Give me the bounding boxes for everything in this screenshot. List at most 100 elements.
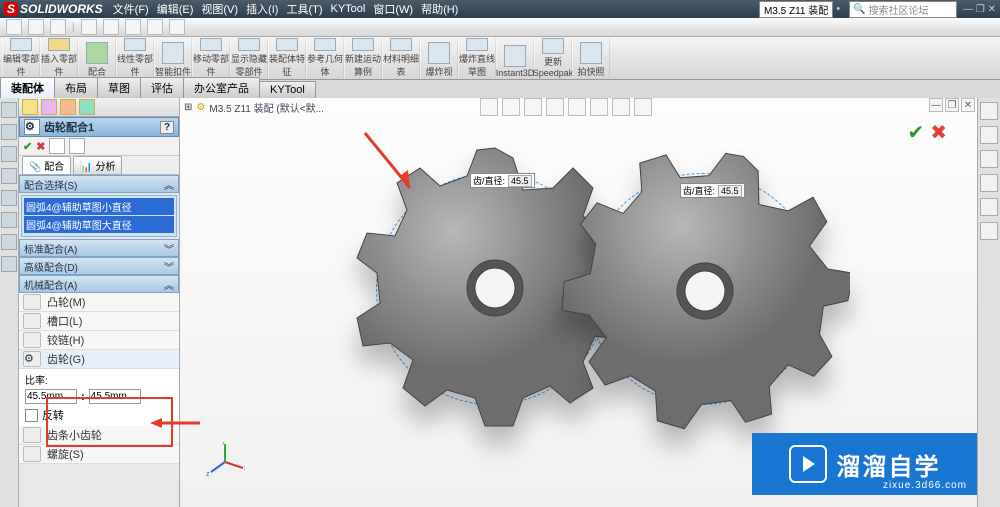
opt-gear[interactable]: ⚙齿轮(G) xyxy=(19,350,179,369)
rbtn-smart-fastener[interactable]: 智能扣件 xyxy=(154,38,192,78)
apply-scene-icon[interactable] xyxy=(634,98,652,116)
task-icon[interactable] xyxy=(980,102,998,120)
save-icon[interactable] xyxy=(50,19,66,35)
section-standard[interactable]: 标准配合(A)︾ xyxy=(19,239,179,257)
help-icon[interactable]: ? xyxy=(160,121,174,134)
opt-hinge[interactable]: 铰链(H) xyxy=(19,331,179,350)
selection-box[interactable]: 圆弧4@辅助草图小直径 圆弧4@辅助草图大直径 xyxy=(21,195,177,237)
cancel-icon[interactable]: ✖ xyxy=(930,120,947,145)
rbtn-motion-study[interactable]: 新建运动算例 xyxy=(344,38,382,78)
menu-window[interactable]: 窗口(W) xyxy=(369,1,417,17)
rbtn-ref-geometry[interactable]: 参考几何体 xyxy=(306,38,344,78)
rbtn-mate[interactable]: 配合 xyxy=(78,38,116,78)
ok-icon[interactable]: ✔ xyxy=(23,140,32,153)
rbtn-linear-component[interactable]: 线性零部件 xyxy=(116,38,154,78)
new-icon[interactable] xyxy=(6,19,22,35)
tab-evaluate[interactable]: 评估 xyxy=(140,77,184,98)
view-triad[interactable]: x y z xyxy=(205,442,245,482)
selection-item[interactable]: 圆弧4@辅助草图大直径 xyxy=(24,216,174,233)
opt-screw[interactable]: 螺旋(S) xyxy=(19,445,179,464)
tab-layout[interactable]: 布局 xyxy=(54,77,98,98)
section-view-icon[interactable] xyxy=(546,98,564,116)
config-icon[interactable] xyxy=(41,99,57,115)
ok-icon[interactable]: ✔ xyxy=(907,120,924,145)
task-icon[interactable] xyxy=(980,150,998,168)
rbtn-bom[interactable]: 材料明细表 xyxy=(382,38,420,78)
ratio-b-input[interactable] xyxy=(89,389,141,404)
task-icon[interactable] xyxy=(980,126,998,144)
rbtn-edit-component[interactable]: 编辑零部件 xyxy=(2,38,40,78)
selection-item[interactable]: 圆弧4@辅助草图小直径 xyxy=(24,198,174,215)
options-icon[interactable] xyxy=(169,19,185,35)
dimension-label-left[interactable]: 齿/直径:45.5 xyxy=(470,173,535,188)
section-mechanical[interactable]: 机械配合(A)︽ xyxy=(19,275,179,293)
expand-icon[interactable]: ⊞ xyxy=(184,102,192,113)
rbtn-insert-component[interactable]: 插入零部件 xyxy=(40,38,78,78)
print-icon[interactable] xyxy=(81,19,97,35)
window-buttons[interactable]: — ❐ ✕ xyxy=(963,4,996,15)
strip-icon[interactable] xyxy=(1,234,17,250)
open-icon[interactable] xyxy=(28,19,44,35)
menu-insert[interactable]: 插入(I) xyxy=(242,1,282,17)
section-selection[interactable]: 配合选择(S)︽ xyxy=(19,175,179,193)
opt-rack[interactable]: 齿条小齿轮 xyxy=(19,426,179,445)
rbtn-speedpak[interactable]: 更新Speedpak xyxy=(534,38,572,78)
view-toolbar xyxy=(480,98,652,116)
strip-icon[interactable] xyxy=(1,190,17,206)
menu-edit[interactable]: 编辑(E) xyxy=(153,1,198,17)
menu-kytool[interactable]: KYTool xyxy=(327,3,370,15)
zoom-area-icon[interactable] xyxy=(502,98,520,116)
menu-view[interactable]: 视图(V) xyxy=(197,1,242,17)
property-icon[interactable] xyxy=(60,99,76,115)
opt-cam[interactable]: 凸轮(M) xyxy=(19,293,179,312)
subtab-mate[interactable]: 📎 配合 xyxy=(22,156,71,175)
redo-icon[interactable] xyxy=(125,19,141,35)
tab-sketch[interactable]: 草图 xyxy=(97,77,141,98)
rbtn-instant3d[interactable]: Instant3D xyxy=(496,38,534,78)
menu-tools[interactable]: 工具(T) xyxy=(282,1,326,17)
task-icon[interactable] xyxy=(980,174,998,192)
viewport[interactable]: ⊞ ⚙ M3.5 Z11 装配 (默认<默... —❐✕ ✔ ✖ xyxy=(180,98,977,507)
strip-icon[interactable] xyxy=(1,168,17,184)
hide-show-icon[interactable] xyxy=(590,98,608,116)
rbtn-snapshot[interactable]: 拍快照 xyxy=(572,38,610,78)
pushpin-icon[interactable] xyxy=(49,138,65,154)
tab-assembly[interactable]: 装配体 xyxy=(0,77,55,98)
tab-office[interactable]: 办公室产品 xyxy=(183,77,260,98)
perspective-icon[interactable] xyxy=(612,98,630,116)
reverse-checkbox[interactable] xyxy=(25,409,38,422)
display-icon[interactable] xyxy=(79,99,95,115)
mdi-controls[interactable]: —❐✕ xyxy=(929,98,975,112)
rbtn-move-component[interactable]: 移动零部件 xyxy=(192,38,230,78)
dimension-label-right[interactable]: 齿/直径:45.5 xyxy=(680,183,745,198)
mate-icon xyxy=(86,42,108,64)
cancel-icon[interactable]: ✖ xyxy=(36,140,45,153)
tab-kytool[interactable]: KYTool xyxy=(259,81,316,98)
preview-icon[interactable] xyxy=(69,138,85,154)
task-icon[interactable] xyxy=(980,222,998,240)
zoom-fit-icon[interactable] xyxy=(480,98,498,116)
section-advanced[interactable]: 高级配合(D)︾ xyxy=(19,257,179,275)
breadcrumb[interactable]: ⊞ ⚙ M3.5 Z11 装配 (默认<默... xyxy=(180,98,328,116)
ratio-a-input[interactable] xyxy=(25,389,77,404)
undo-icon[interactable] xyxy=(103,19,119,35)
search-input[interactable]: 🔍搜索社区论坛 xyxy=(849,1,957,18)
feature-tree-icon[interactable] xyxy=(22,99,38,115)
display-style-icon[interactable] xyxy=(568,98,586,116)
prev-view-icon[interactable] xyxy=(524,98,542,116)
task-icon[interactable] xyxy=(980,198,998,216)
rbtn-assembly-feature[interactable]: 装配体特征 xyxy=(268,38,306,78)
menu-file[interactable]: 文件(F) xyxy=(109,1,153,17)
strip-icon[interactable] xyxy=(1,102,17,118)
strip-icon[interactable] xyxy=(1,146,17,162)
opt-slot[interactable]: 槽口(L) xyxy=(19,312,179,331)
strip-icon[interactable] xyxy=(1,124,17,140)
rebuild-icon[interactable] xyxy=(147,19,163,35)
rbtn-explode-line[interactable]: 爆炸直线草图 xyxy=(458,38,496,78)
strip-icon[interactable] xyxy=(1,256,17,272)
rbtn-show-hide[interactable]: 显示隐藏零部件 xyxy=(230,38,268,78)
subtab-analysis[interactable]: 📊 分析 xyxy=(73,156,122,175)
strip-icon[interactable] xyxy=(1,212,17,228)
menu-help[interactable]: 帮助(H) xyxy=(417,1,462,17)
rbtn-exploded-view[interactable]: 爆炸视 xyxy=(420,38,458,78)
